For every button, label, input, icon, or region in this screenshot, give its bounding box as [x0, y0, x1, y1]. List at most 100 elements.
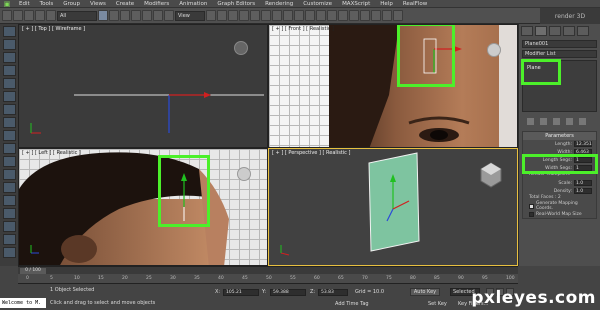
viewport-perspective[interactable]: [ + ] [ Perspective ] [ Realistic ]	[268, 148, 518, 266]
rotate-icon[interactable]	[153, 10, 163, 21]
viewcube-icon[interactable]	[237, 167, 251, 181]
strip-tool-icon[interactable]	[2, 130, 16, 141]
material-editor-icon[interactable]	[360, 10, 370, 21]
scale-icon[interactable]	[164, 10, 174, 21]
strip-tool-icon[interactable]	[2, 117, 16, 128]
menu-tools[interactable]: Tools	[35, 1, 59, 7]
display-tab-icon[interactable]	[577, 26, 589, 36]
strip-tool-icon[interactable]	[2, 52, 16, 63]
object-name-field[interactable]: Plane001	[522, 40, 597, 48]
snaps-toggle-icon[interactable]	[239, 10, 249, 21]
rendered-frame-icon[interactable]	[382, 10, 392, 21]
angle-snap-icon[interactable]	[250, 10, 260, 21]
menu-maxscript[interactable]: MAXScript	[337, 1, 375, 7]
scale-spinner[interactable]: 1.0	[574, 180, 592, 186]
menu-graph-editors[interactable]: Graph Editors	[212, 1, 260, 7]
viewport-left-label[interactable]: [ + ] [ Left ] [ Realistic ]	[22, 150, 81, 156]
density-spinner[interactable]: 1.0	[574, 188, 592, 194]
strip-tool-icon[interactable]	[2, 78, 16, 89]
select-object-icon[interactable]	[98, 10, 108, 21]
maxscript-listener[interactable]: Welcome to M.	[0, 298, 46, 308]
strip-tool-icon[interactable]	[2, 26, 16, 37]
y-coord-field[interactable]: 59.388	[270, 289, 306, 296]
keyboard-shortcut-icon[interactable]	[228, 10, 238, 21]
menu-help[interactable]: Help	[375, 1, 398, 7]
menu-edit[interactable]: Edit	[14, 1, 35, 7]
viewport-top-label[interactable]: [ + ] [ Top ] [ Wireframe ]	[22, 26, 85, 32]
parameters-title[interactable]: Parameters	[523, 132, 596, 140]
motion-tab-icon[interactable]	[563, 26, 575, 36]
spinner-snap-icon[interactable]	[272, 10, 282, 21]
menu-modifiers[interactable]: Modifiers	[139, 1, 174, 7]
align-icon[interactable]	[305, 10, 315, 21]
percent-snap-icon[interactable]	[261, 10, 271, 21]
layer-manager-icon[interactable]	[316, 10, 326, 21]
z-coord-field[interactable]: 53.83	[318, 289, 348, 296]
select-by-name-icon[interactable]	[109, 10, 119, 21]
show-end-result-icon[interactable]	[540, 118, 547, 125]
select-manipulate-icon[interactable]	[217, 10, 227, 21]
menu-realflow[interactable]: RealFlow	[398, 1, 432, 7]
pivot-icon[interactable]	[206, 10, 216, 21]
strip-tool-icon[interactable]	[2, 39, 16, 50]
modifier-stack[interactable]: Plane	[521, 59, 597, 112]
gen-mapping-checkbox[interactable]: Generate Mapping Coords.	[523, 201, 596, 211]
real-world-checkbox[interactable]: Real-World Map Size	[523, 210, 596, 218]
viewport-left[interactable]: [ + ] [ Left ] [ Realistic ]	[18, 148, 268, 266]
make-unique-icon[interactable]	[553, 118, 560, 125]
track-bar[interactable]: 0 5 10 15 20 25 30 35 40 45 50 55 60 65 70 75 80 85 90 95 10…	[18, 274, 518, 284]
redo-icon[interactable]	[13, 10, 23, 21]
set-key-button[interactable]: Set Key	[428, 301, 447, 307]
menu-group[interactable]: Group	[58, 1, 85, 7]
viewport-front[interactable]: [ + ] [ Front ] [ Realistic ]	[268, 24, 518, 148]
remove-modifier-icon[interactable]	[566, 118, 573, 125]
strip-tool-icon[interactable]	[2, 91, 16, 102]
graphite-icon[interactable]	[327, 10, 337, 21]
strip-tool-icon[interactable]	[2, 169, 16, 180]
strip-tool-icon[interactable]	[2, 195, 16, 206]
move-icon[interactable]	[142, 10, 152, 21]
viewport-top[interactable]: [ + ] [ Top ] [ Wireframe ]	[18, 24, 268, 148]
menu-customize[interactable]: Customize	[298, 1, 337, 7]
strip-tool-icon[interactable]	[2, 104, 16, 115]
strip-tool-icon[interactable]	[2, 247, 16, 258]
region-select-icon[interactable]	[120, 10, 130, 21]
named-selection-icon[interactable]	[283, 10, 293, 21]
pin-stack-icon[interactable]	[527, 118, 534, 125]
bind-icon[interactable]	[46, 10, 56, 21]
window-crossing-icon[interactable]	[131, 10, 141, 21]
render-setup-icon[interactable]	[371, 10, 381, 21]
modifier-list-dropdown[interactable]: Modifier List	[522, 50, 597, 58]
length-spinner[interactable]: 12.351	[574, 141, 592, 147]
checkbox-unchecked-icon[interactable]	[529, 211, 534, 217]
menu-animation[interactable]: Animation	[174, 1, 212, 7]
menu-create[interactable]: Create	[111, 1, 139, 7]
menu-rendering[interactable]: Rendering	[260, 1, 298, 7]
viewport-front-label[interactable]: [ + ] [ Front ] [ Realistic ]	[272, 26, 334, 32]
viewcube-icon[interactable]	[487, 43, 501, 57]
strip-tool-icon[interactable]	[2, 156, 16, 167]
checkbox-checked-icon[interactable]	[529, 203, 534, 209]
strip-tool-icon[interactable]	[2, 143, 16, 154]
schematic-view-icon[interactable]	[349, 10, 359, 21]
viewport-perspective-label[interactable]: [ + ] [ Perspective ] [ Realistic ]	[272, 150, 350, 156]
mirror-icon[interactable]	[294, 10, 304, 21]
strip-tool-icon[interactable]	[2, 182, 16, 193]
unlink-icon[interactable]	[35, 10, 45, 21]
strip-tool-icon[interactable]	[2, 234, 16, 245]
add-time-tag[interactable]: Add Time Tag	[335, 301, 369, 307]
reference-coord-dropdown[interactable]: View	[175, 10, 205, 21]
app-logo-icon[interactable]: ▣	[0, 0, 14, 8]
curve-editor-icon[interactable]	[338, 10, 348, 21]
strip-tool-icon[interactable]	[2, 208, 16, 219]
x-coord-field[interactable]: 105.21	[223, 289, 259, 296]
auto-key-button[interactable]: Auto Key	[410, 288, 440, 296]
configure-sets-icon[interactable]	[579, 118, 586, 125]
link-icon[interactable]	[24, 10, 34, 21]
viewcube-icon[interactable]	[234, 41, 248, 55]
strip-tool-icon[interactable]	[2, 221, 16, 232]
time-slider-track[interactable]: 0 / 100	[18, 266, 518, 274]
undo-icon[interactable]	[2, 10, 12, 21]
render-production-icon[interactable]	[393, 10, 403, 21]
create-tab-icon[interactable]	[521, 26, 533, 36]
